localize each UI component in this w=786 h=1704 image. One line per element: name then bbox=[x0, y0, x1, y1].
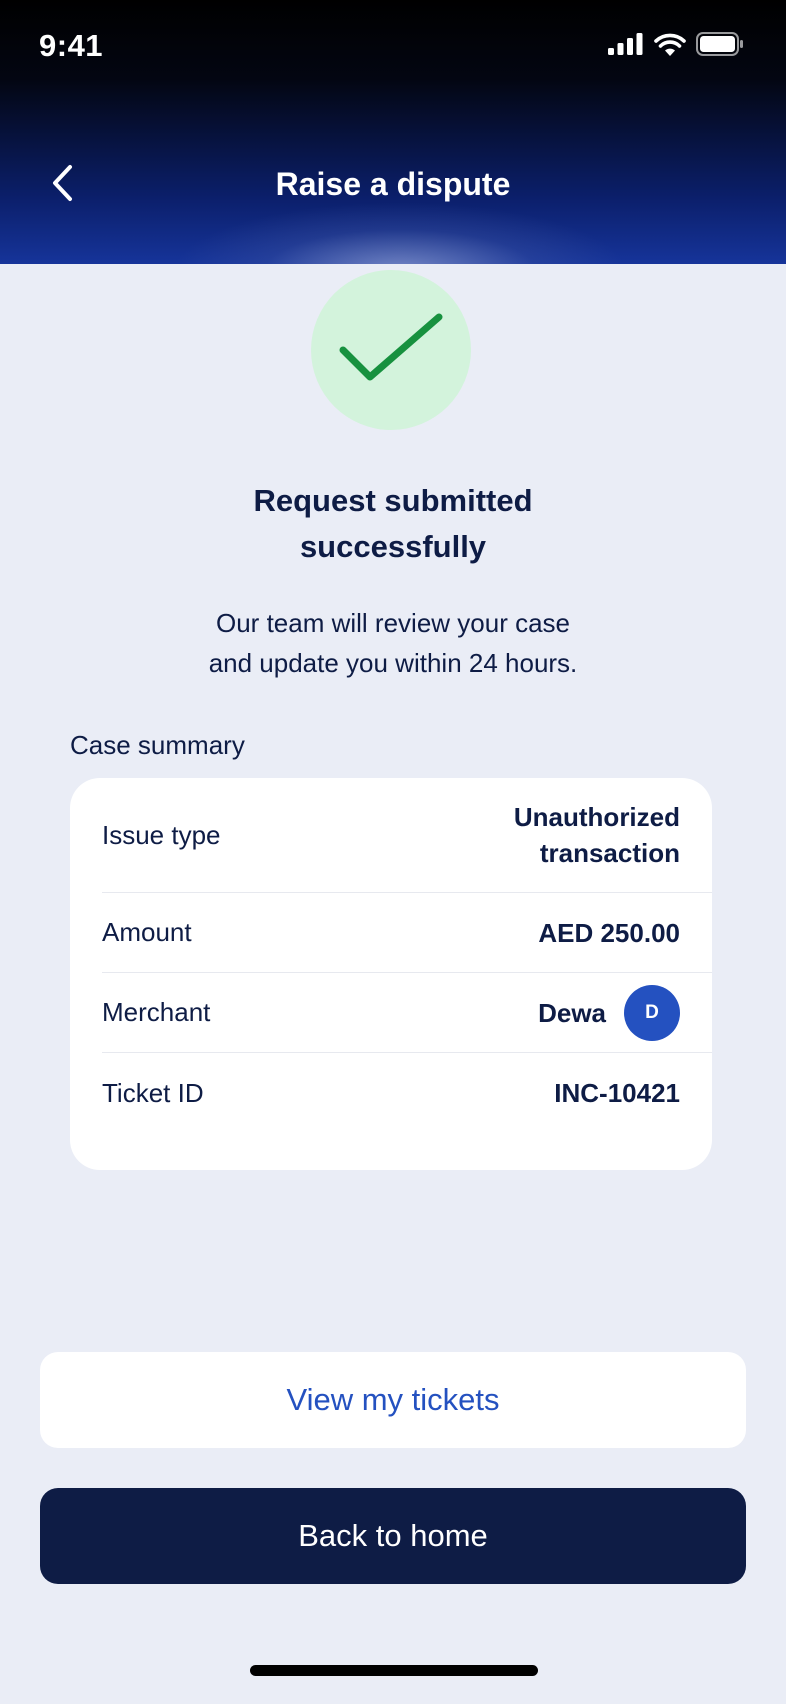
success-desc-line1: Our team will review your case bbox=[216, 608, 570, 638]
summary-row-ticket-id: Ticket ID INC-10421 bbox=[102, 1053, 712, 1133]
summary-row-issue-type: Issue type Unauthorized transaction bbox=[102, 778, 712, 893]
success-desc-line2: and update you within 24 hours. bbox=[208, 648, 578, 678]
issue-type-value: Unauthorized transaction bbox=[514, 799, 680, 871]
merchant-label: Merchant bbox=[102, 997, 211, 1027]
battery-icon bbox=[696, 32, 743, 56]
view-tickets-button[interactable]: View my tickets bbox=[40, 1352, 746, 1448]
page-title: Raise a dispute bbox=[275, 166, 511, 202]
amount-label: Amount bbox=[102, 917, 192, 947]
checkmark-icon bbox=[339, 313, 443, 381]
ticket-id-label: Ticket ID bbox=[102, 1077, 204, 1108]
issue-type-value-line2: transaction bbox=[539, 838, 680, 868]
status-time: 9:41 bbox=[39, 28, 104, 63]
issue-type-label: Issue type bbox=[102, 819, 221, 850]
wifi-icon bbox=[654, 33, 686, 56]
ticket-id-value: INC-10421 bbox=[554, 1078, 680, 1108]
summary-row-amount: Amount AED 250.00 bbox=[102, 893, 712, 973]
header: 9:41 Raise a dispute bbox=[0, 0, 786, 264]
back-to-home-button[interactable]: Back to home bbox=[40, 1488, 746, 1584]
issue-type-value-line1: Unauthorized bbox=[513, 802, 680, 832]
case-summary-label: Case summary bbox=[70, 730, 245, 760]
merchant-value: Dewa bbox=[538, 997, 606, 1028]
status-icons bbox=[608, 32, 744, 56]
cellular-signal-icon bbox=[608, 33, 643, 55]
merchant-avatar: D bbox=[624, 984, 680, 1041]
success-title-line2: successfully bbox=[299, 529, 487, 564]
success-description: Our team will review your case and updat… bbox=[0, 603, 786, 683]
summary-row-merchant: Merchant Dewa D bbox=[102, 973, 712, 1053]
success-title: Request submitted successfully bbox=[0, 478, 786, 570]
amount-value: AED 250.00 bbox=[538, 917, 680, 948]
success-title-line1: Request submitted bbox=[253, 483, 533, 518]
home-indicator[interactable] bbox=[250, 1665, 538, 1676]
success-badge bbox=[311, 270, 471, 430]
case-summary-card: Issue type Unauthorized transaction Amou… bbox=[70, 778, 712, 1170]
merchant-value-group: Dewa D bbox=[538, 984, 680, 1041]
